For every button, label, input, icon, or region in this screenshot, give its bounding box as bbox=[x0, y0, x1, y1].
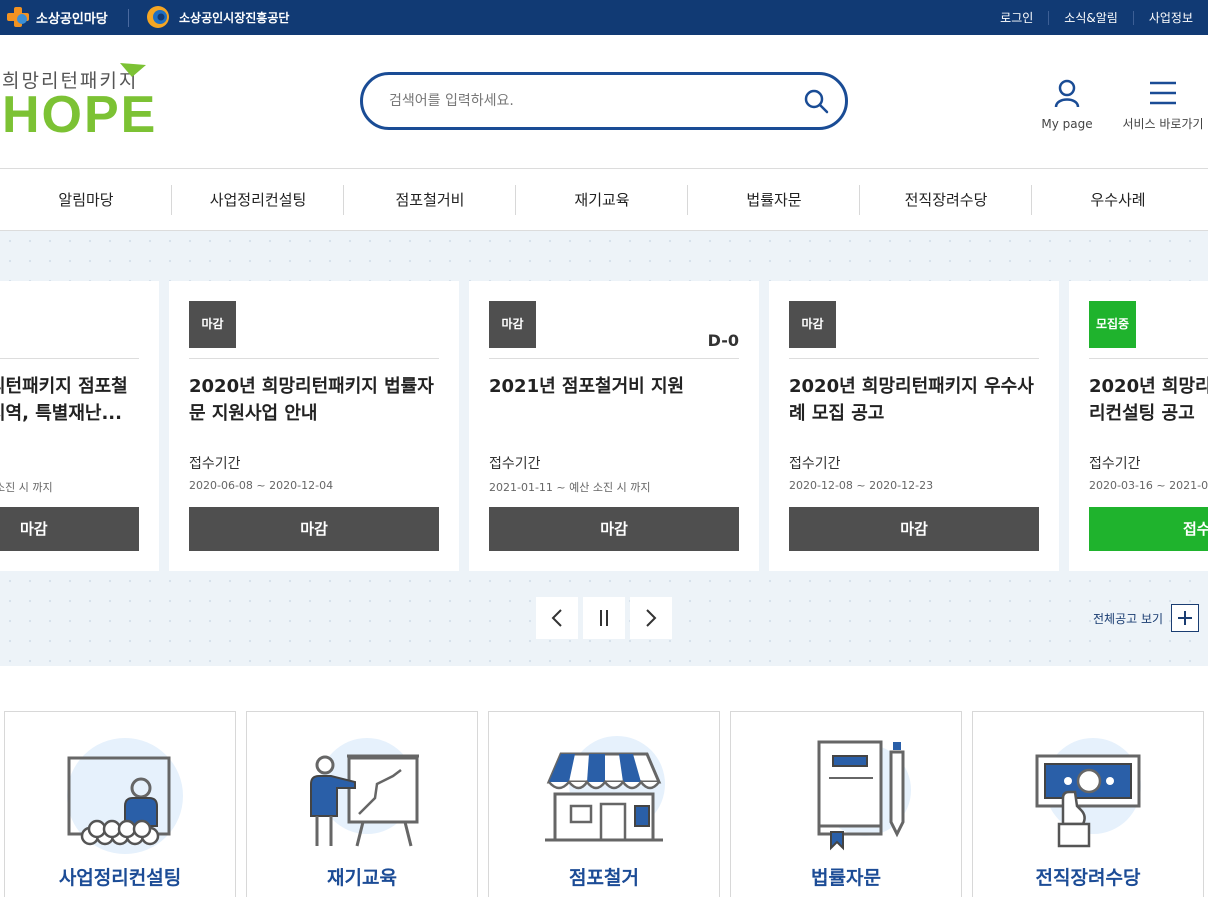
view-all-notices-link[interactable]: 전체공고 보기 bbox=[1093, 604, 1200, 632]
user-icon bbox=[1054, 79, 1080, 108]
notice-slider: 리턴패키지 점포철 지역, 특별재난... 소진 시 까지 마감 마감 2020… bbox=[0, 231, 1208, 666]
mypage-label: My page bbox=[1041, 117, 1093, 131]
hamburger-menu-icon bbox=[1150, 81, 1176, 105]
chevron-right-icon bbox=[646, 609, 657, 627]
search-icon[interactable] bbox=[803, 88, 829, 114]
mypage-button[interactable]: My page bbox=[1037, 79, 1097, 131]
topbar-divider bbox=[128, 9, 129, 27]
presentation-audience-icon bbox=[67, 738, 183, 854]
card-divider bbox=[489, 358, 739, 359]
status-badge: 마감 bbox=[489, 301, 536, 348]
login-link[interactable]: 로그인 bbox=[985, 11, 1048, 25]
pause-icon bbox=[600, 610, 608, 626]
service-box-education[interactable]: 재기교육 bbox=[246, 711, 478, 897]
card-title: 2020년 희망리턴패키지 우수사례 모집 공고 bbox=[789, 376, 1034, 424]
teacher-board-icon bbox=[310, 738, 419, 847]
service-label: 재기교육 bbox=[327, 867, 397, 889]
notice-card[interactable]: 모집중 2020년 희망리턴 리컨설팅 공고 접수기간 2020-03-16 ~… bbox=[1069, 281, 1208, 571]
notice-card[interactable]: 마감 2020년 희망리턴패키지 우수사례 모집 공고 접수기간 2020-12… bbox=[769, 281, 1059, 571]
card-title: 2021년 점포철거비 지원 bbox=[489, 376, 685, 397]
view-all-label: 전체공고 보기 bbox=[1093, 611, 1164, 626]
search-box bbox=[360, 72, 848, 130]
madang-logo-icon bbox=[7, 7, 29, 27]
logo-flag-icon bbox=[120, 63, 146, 77]
service-label: 점포철거 bbox=[569, 867, 639, 889]
card-period-label: 접수기간 bbox=[189, 456, 241, 472]
card-divider bbox=[189, 358, 439, 359]
card-title: 2020년 희망리턴 리컨설팅 공고 bbox=[1089, 376, 1208, 424]
business-info-link[interactable]: 사업정보 bbox=[1132, 10, 1208, 25]
slider-next-button[interactable] bbox=[630, 597, 672, 639]
card-period-label: 접수기간 bbox=[489, 456, 541, 472]
dday-label: D-0 bbox=[707, 331, 739, 350]
card-period: 2021-01-11 ~ 예산 소진 시 까지 bbox=[489, 481, 651, 494]
card-status-button[interactable]: 마감 bbox=[789, 507, 1039, 551]
semas-link[interactable]: 소상공인시장진흥공단 bbox=[145, 5, 289, 29]
nav-item-education[interactable]: 재기교육 bbox=[516, 169, 688, 230]
service-label: 전직장려수당 bbox=[1035, 867, 1141, 889]
card-divider bbox=[0, 358, 139, 359]
card-status-button[interactable]: 마감 bbox=[489, 507, 739, 551]
card-status-button[interactable]: 마감 bbox=[0, 507, 139, 551]
card-divider bbox=[1089, 358, 1208, 359]
sosanggongin-madang-link[interactable]: 소상공인마당 bbox=[6, 6, 108, 28]
service-label: 사업정리컨설팅 bbox=[58, 867, 182, 889]
plus-icon bbox=[1171, 604, 1200, 632]
card-divider bbox=[789, 358, 1039, 359]
card-period: 2020-06-08 ~ 2020-12-04 bbox=[189, 479, 334, 492]
nav-item-job-allowance[interactable]: 전직장려수당 bbox=[860, 169, 1032, 230]
card-status-button[interactable]: 접수 bbox=[1089, 507, 1208, 551]
status-badge: 모집중 bbox=[1089, 301, 1136, 348]
service-shortcut-label: 서비스 바로가기 bbox=[1122, 117, 1204, 131]
notice-card[interactable]: 마감 D-0 2021년 점포철거비 지원 접수기간 2021-01-11 ~ … bbox=[469, 281, 759, 571]
site-header: 희망리턴패키지 HOPE My page 서비스 바로가기 bbox=[0, 35, 1208, 169]
top-utility-bar: 소상공인마당 소상공인시장진흥공단 로그인 소식&알림 사업정보 bbox=[0, 0, 1208, 35]
nav-item-consulting[interactable]: 사업정리컨설팅 bbox=[172, 169, 344, 230]
card-period: 2020-12-08 ~ 2020-12-23 bbox=[789, 479, 934, 492]
card-period: 2020-03-16 ~ 2021-0 bbox=[1089, 479, 1208, 492]
service-box-consulting[interactable]: 사업정리컨설팅 bbox=[4, 711, 236, 897]
logo-hope-text: HOPE bbox=[2, 86, 158, 144]
card-status-button[interactable]: 마감 bbox=[189, 507, 439, 551]
service-shortcut-button[interactable]: 서비스 바로가기 bbox=[1118, 79, 1208, 132]
service-box-demolition[interactable]: 점포철거 bbox=[488, 711, 720, 897]
service-label: 법률자문 bbox=[811, 867, 881, 889]
card-title: 2020년 희망리턴패키지 법률자문 지원사업 안내 bbox=[189, 376, 434, 424]
money-hand-icon bbox=[1035, 738, 1141, 848]
semas-logo-icon bbox=[147, 6, 169, 28]
storefront-icon bbox=[545, 736, 665, 842]
nav-item-notice[interactable]: 알림마당 bbox=[0, 169, 172, 230]
slider-pause-button[interactable] bbox=[583, 597, 625, 639]
service-box-job-allowance[interactable]: 전직장려수당 bbox=[972, 711, 1204, 897]
slider-prev-button[interactable] bbox=[536, 597, 578, 639]
status-badge: 마감 bbox=[789, 301, 836, 348]
card-period-label: 접수기간 bbox=[1089, 456, 1141, 472]
notice-card[interactable]: 마감 2020년 희망리턴패키지 법률자문 지원사업 안내 접수기간 2020-… bbox=[169, 281, 459, 571]
status-badge: 마감 bbox=[189, 301, 236, 348]
brand2-text: 소상공인시장진흥공단 bbox=[179, 10, 290, 25]
law-book-pen-icon bbox=[817, 740, 911, 851]
card-title: 리턴패키지 점포철 지역, 특별재난... bbox=[0, 376, 128, 424]
main-nav: 알림마당 사업정리컨설팅 점포철거비 재기교육 법률자문 전직장려수당 우수사례 bbox=[0, 169, 1208, 231]
card-period-label: 접수기간 bbox=[789, 456, 841, 472]
news-link[interactable]: 소식&알림 bbox=[1048, 10, 1133, 25]
card-period: 소진 시 까지 bbox=[0, 481, 53, 494]
nav-item-demolition[interactable]: 점포철거비 bbox=[344, 169, 516, 230]
brand1-text: 소상공인마당 bbox=[36, 11, 108, 27]
search-input[interactable] bbox=[389, 89, 789, 113]
nav-item-legal[interactable]: 법률자문 bbox=[688, 169, 860, 230]
nav-item-best-cases[interactable]: 우수사례 bbox=[1032, 169, 1204, 230]
service-box-legal[interactable]: 법률자문 bbox=[730, 711, 962, 897]
notice-card[interactable]: 리턴패키지 점포철 지역, 특별재난... 소진 시 까지 마감 bbox=[0, 281, 159, 571]
utility-links: 로그인 소식&알림 사업정보 bbox=[985, 0, 1208, 35]
chevron-left-icon bbox=[551, 609, 562, 627]
